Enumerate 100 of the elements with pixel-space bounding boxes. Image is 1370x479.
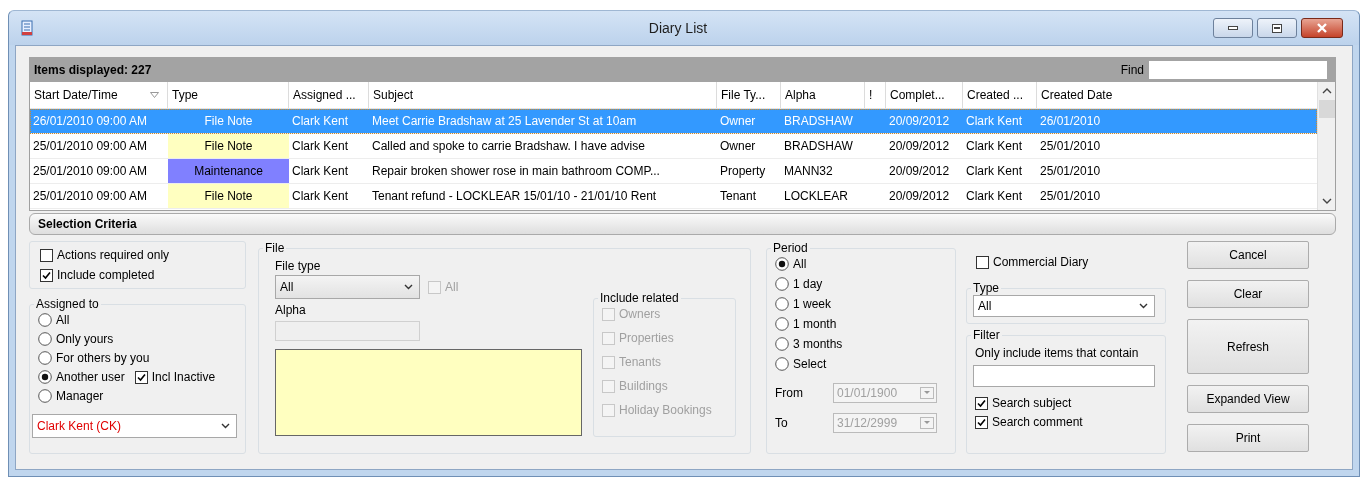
column-header[interactable]: ! [865, 82, 886, 108]
checkbox-label[interactable]: Search subject [992, 396, 1072, 410]
checkbox-label[interactable]: Search comment [992, 415, 1083, 429]
radio-button[interactable] [38, 313, 52, 327]
radio-button[interactable] [38, 389, 52, 403]
table-cell-text: 20/09/2012 [888, 188, 951, 205]
radio-label[interactable]: For others by you [56, 351, 150, 365]
checkbox-label[interactable]: Incl Inactive [151, 370, 216, 384]
radio-button[interactable] [775, 277, 789, 291]
type-cell: File Note [168, 184, 289, 208]
radio-label[interactable]: 3 months [793, 337, 843, 351]
radio-label[interactable]: Only yours [56, 332, 114, 346]
table-row[interactable]: 25/01/2010 09:00 AM File Note Clark Kent Tenant refund - LOCKLEAR 15/01/10 - 21/01/10 Rent Tenant LOCKLEAR 20/09/2012 Clark Kent 25/01/2010 [30, 184, 1317, 209]
action-button[interactable]: Cancel [1187, 241, 1309, 269]
chevron-icon [1139, 303, 1148, 309]
file-type-dropdown[interactable]: All [275, 275, 420, 299]
close-icon [1316, 23, 1328, 33]
radio-label[interactable]: 1 week [793, 297, 832, 311]
column-header[interactable]: Subject [369, 82, 717, 108]
action-button[interactable]: Clear [1187, 280, 1309, 308]
action-button[interactable]: Expanded View [1187, 385, 1309, 413]
table-cell-text: Property [719, 163, 767, 180]
column-header[interactable]: Alpha [781, 82, 865, 108]
section-title: Selection Criteria [38, 217, 137, 231]
radio-button[interactable] [775, 297, 789, 311]
table-cell-text: Clark Kent [965, 188, 1024, 205]
table-cell-text: Owner [719, 113, 757, 130]
table-cell-text: LOCKLEAR [783, 188, 850, 205]
radio-button[interactable] [775, 357, 789, 371]
table-cell-text: Tenant refund - LOCKLEAR 15/01/10 - 21/01/10 Rent [371, 188, 658, 205]
table-cell-text: Clark Kent [291, 163, 350, 180]
filter-field[interactable] [973, 365, 1155, 387]
checkbox[interactable] [40, 248, 53, 262]
table-cell-text: 20/09/2012 [888, 163, 951, 180]
find-field[interactable] [1149, 60, 1327, 79]
group-title: Period [772, 241, 809, 255]
radio-label[interactable]: Select [793, 357, 827, 371]
group-title: File [264, 241, 286, 255]
table-cell-text: Clark Kent [965, 138, 1024, 155]
table-cell-text: Clark Kent [965, 113, 1024, 130]
column-header[interactable]: Start Date/Time [30, 82, 168, 108]
field-label: From [775, 386, 804, 400]
radio-label[interactable]: All [793, 257, 807, 271]
scrollbar[interactable] [1317, 82, 1335, 210]
table-row[interactable]: 25/01/2010 09:00 AM File Note Clark Kent Called and spoke to carrie Bradshaw. I have advise Owner BRADSHAW 20/09/2012 Clark Kent 25/01/2010 [30, 134, 1317, 159]
table-cell-text: 25/01/2010 09:00 AM [32, 163, 149, 180]
table-cell-text: 25/01/2010 09:00 AM [32, 188, 149, 205]
radio-label[interactable]: Manager [56, 389, 104, 403]
column-header[interactable]: Assigned ... [289, 82, 369, 108]
chevron-icon [404, 284, 413, 290]
maximize-button[interactable] [1257, 18, 1297, 38]
user-dropdown[interactable]: Clark Kent (CK) [32, 414, 237, 438]
checkbox-label[interactable]: Actions required only [57, 248, 170, 262]
column-header[interactable]: Type [168, 82, 289, 108]
action-button[interactable]: Refresh [1187, 319, 1309, 374]
notes-box[interactable] [275, 349, 582, 436]
column-header[interactable]: Created Date [1037, 82, 1317, 108]
scroll-thumb[interactable] [1318, 100, 1335, 118]
column-header[interactable]: Created ... [963, 82, 1037, 108]
radio-button[interactable] [38, 351, 52, 365]
radio-button[interactable] [775, 337, 789, 351]
column-header[interactable]: File Ty... [717, 82, 781, 108]
table-cell-text: 26/01/2010 09:00 AM [32, 113, 149, 130]
group-title: Assigned to [35, 297, 100, 311]
table-cell-text: Repair broken shower rose in main bathroom COMP... [371, 163, 661, 180]
checkbox[interactable] [976, 255, 989, 269]
column-header[interactable]: Complet... [886, 82, 963, 108]
table-cell-text: 25/01/2010 [1039, 163, 1102, 180]
scroll-up-icon[interactable] [1321, 88, 1332, 94]
close-button[interactable] [1301, 18, 1343, 38]
items-count: Items displayed: 227 [34, 62, 152, 77]
type-dropdown[interactable]: All [973, 295, 1155, 317]
checkbox[interactable] [40, 268, 53, 282]
radio-button[interactable] [38, 370, 52, 384]
minimize-button[interactable] [1213, 18, 1253, 38]
checkbox-label[interactable]: Commercial Diary [993, 255, 1089, 269]
table-cell-text: 25/01/2010 09:00 AM [32, 138, 149, 155]
table-cell-text: Clark Kent [291, 113, 350, 130]
filter-hint: Only include items that contain [975, 346, 1140, 360]
table-cell-text: 20/09/2012 [888, 113, 951, 130]
table-cell-text: Called and spoke to carrie Bradshaw. I have advise [371, 138, 646, 155]
radio-label[interactable]: All [56, 313, 70, 327]
radio-label[interactable]: 1 month [793, 317, 837, 331]
checkbox-label[interactable]: Include completed [57, 268, 155, 282]
group-title: Type [972, 281, 1000, 295]
radio-button[interactable] [38, 332, 52, 346]
action-button[interactable]: Print [1187, 424, 1309, 452]
checkbox[interactable] [134, 370, 148, 384]
checkbox[interactable] [975, 396, 988, 410]
table-cell-text: Clark Kent [965, 163, 1024, 180]
minimize-icon [1228, 26, 1238, 30]
radio-label[interactable]: Another user [56, 370, 125, 384]
radio-button[interactable] [775, 317, 789, 331]
scroll-down-icon[interactable] [1321, 198, 1332, 204]
maximize-icon [1272, 23, 1282, 33]
table-row[interactable]: 25/01/2010 09:00 AM Maintenance Clark Kent Repair broken shower rose in main bathroom COMP... Property MANN32 20/09/2012 Clark Kent 25/01/2010 [30, 159, 1317, 184]
checkbox[interactable] [975, 415, 988, 429]
radio-button[interactable] [775, 257, 789, 271]
radio-label[interactable]: 1 day [793, 277, 823, 291]
group-title: Include related [599, 291, 680, 305]
